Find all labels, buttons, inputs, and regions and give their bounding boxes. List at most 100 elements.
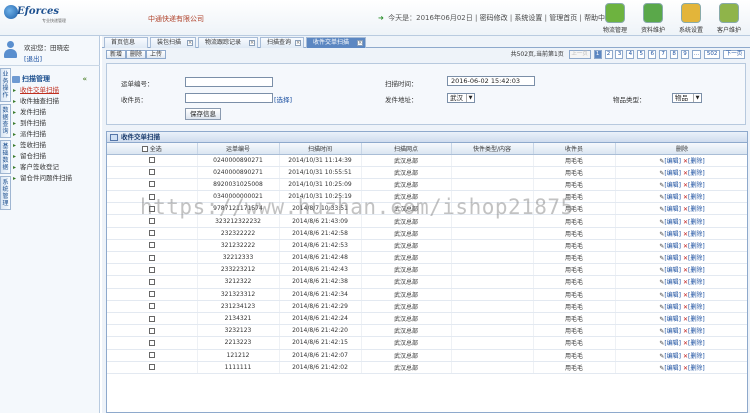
scan-time-input[interactable]: 2016-06-02 15:42:03 (447, 76, 535, 86)
page-button-4[interactable]: 4 (626, 50, 635, 59)
tab-package-scan[interactable]: 装包扫描 × (150, 37, 196, 48)
row-select-cell[interactable] (107, 349, 198, 362)
edit-link[interactable]: [编辑] (664, 206, 681, 213)
page-button-2[interactable]: 2 (604, 50, 613, 59)
delete-link[interactable]: [删除] (688, 231, 705, 238)
menu-item-deliver-scan[interactable]: 派件扫描 (12, 129, 99, 140)
tab-tracking[interactable]: 物流跟踪记录 × (198, 37, 258, 48)
menu-item-customer-sign[interactable]: 客户签收登记 (12, 162, 99, 173)
edit-link[interactable]: [编辑] (664, 243, 681, 250)
delete-link[interactable]: [删除] (688, 206, 705, 213)
table-row[interactable]: 0340000000021 2014/10/31 10:25:19 武汉总部 用毛毛 ✎… (107, 190, 747, 204)
row-select-cell[interactable] (107, 263, 198, 277)
row-select-cell[interactable] (107, 214, 198, 228)
row-select-cell[interactable] (107, 312, 198, 326)
table-row[interactable]: 323212322232 2014/8/6 21:43:09 武汉总部 用毛毛 ✎[编辑… (107, 214, 747, 228)
row-select-cell[interactable] (107, 361, 198, 374)
row-checkbox[interactable] (148, 181, 155, 188)
row-checkbox[interactable] (148, 266, 155, 273)
close-icon[interactable]: × (295, 40, 301, 46)
edit-link[interactable]: [编辑] (664, 194, 681, 201)
table-row[interactable]: 233223212 2014/8/6 21:42:43 武汉总部 用毛毛 ✎[编辑] ✕… (107, 263, 747, 277)
logout-link[interactable]: [退出] (24, 53, 42, 63)
link-system-settings[interactable]: 系统设置 (514, 14, 542, 22)
prev-page-button[interactable]: 上一页 (568, 50, 591, 59)
row-select-cell[interactable] (107, 178, 198, 192)
tab-home[interactable]: 首页信息 (104, 37, 148, 48)
edit-link[interactable]: [编辑] (664, 182, 681, 189)
select-courier-link[interactable]: [选择] (274, 94, 292, 104)
row-checkbox[interactable] (148, 291, 155, 298)
table-row[interactable]: 321232222 2014/8/6 21:42:53 武汉总部 用毛毛 ✎[编辑] ✕… (107, 239, 747, 253)
table-row[interactable]: 231234123 2014/8/6 21:42:29 武汉总部 用毛毛 ✎[编辑] ✕… (107, 300, 747, 313)
delete-link[interactable]: [删除] (688, 267, 705, 274)
delete-link[interactable]: [删除] (688, 279, 705, 286)
page-button-7[interactable]: 7 (659, 50, 668, 59)
edit-link[interactable]: [编辑] (664, 353, 681, 360)
delete-link[interactable]: [删除] (688, 365, 705, 372)
delete-link[interactable]: [删除] (688, 243, 705, 250)
row-select-cell[interactable] (107, 154, 198, 167)
collapse-icon[interactable]: « (82, 74, 87, 85)
delete-link[interactable]: [删除] (688, 219, 705, 226)
row-select-cell[interactable] (107, 202, 198, 216)
edit-link[interactable]: [编辑] (664, 304, 681, 311)
delete-link[interactable]: [删除] (688, 304, 705, 311)
menu-item-problem-scan[interactable]: 留仓件问题件扫描 (12, 173, 99, 184)
link-change-password[interactable]: 密码修改 (480, 14, 508, 22)
edit-link[interactable]: [编辑] (664, 158, 681, 165)
table-row[interactable]: 3232123 2014/8/6 21:42:20 武汉总部 用毛毛 ✎[编辑] ✕[删… (107, 324, 747, 338)
row-checkbox[interactable] (148, 218, 155, 225)
page-button-9[interactable]: 9 (680, 50, 689, 59)
courier-input[interactable] (185, 93, 273, 103)
waybill-input[interactable] (185, 77, 273, 87)
delete-link[interactable]: [删除] (688, 182, 705, 189)
table-row[interactable]: 232322222 2014/8/6 21:42:58 武汉总部 用毛毛 ✎[编辑] ✕… (107, 227, 747, 240)
delete-link[interactable]: [删除] (688, 340, 705, 347)
page-button-1[interactable]: 1 (593, 50, 602, 59)
topnav-logistics[interactable]: 物流管理 (596, 1, 634, 36)
row-select-cell[interactable] (107, 190, 198, 204)
menu-group-scan[interactable]: 扫描管理 « (12, 74, 99, 85)
row-select-cell[interactable] (107, 288, 198, 301)
delete-link[interactable]: [删除] (688, 353, 705, 360)
edit-link[interactable]: [编辑] (664, 365, 681, 372)
menu-item-hold-scan[interactable]: 留仓扫描 (12, 151, 99, 162)
delete-link[interactable]: [删除] (688, 328, 705, 335)
row-select-cell[interactable] (107, 227, 198, 240)
menu-item-arrive-scan[interactable]: 到件扫描 (12, 118, 99, 129)
topnav-data-maintenance[interactable]: 资料维护 (634, 1, 672, 36)
destination-select[interactable]: 武汉 ▼ (447, 93, 475, 103)
table-row[interactable]: 32212333 2014/8/6 21:42:48 武汉总部 用毛毛 ✎[编辑] ✕[… (107, 251, 747, 265)
edit-link[interactable]: [编辑] (664, 316, 681, 323)
row-checkbox[interactable] (148, 364, 155, 371)
table-row[interactable]: 2134321 2014/8/6 21:42:24 武汉总部 用毛毛 ✎[编辑] ✕[删… (107, 312, 747, 326)
row-checkbox[interactable] (148, 230, 155, 237)
page-button-3[interactable]: 3 (615, 50, 624, 59)
tab-scan-query[interactable]: 扫描查询 × (260, 37, 304, 48)
add-button[interactable]: 新增 (106, 50, 127, 59)
vtab-system[interactable]: 系统管理 (0, 176, 11, 210)
next-page-button[interactable]: 下一页 (723, 50, 745, 59)
table-row[interactable]: 3212322 2014/8/6 21:42:38 武汉总部 用毛毛 ✎[编辑] ✕[删… (107, 275, 747, 289)
delete-link[interactable]: [删除] (688, 158, 705, 165)
row-checkbox[interactable] (148, 169, 155, 176)
menu-item-sign-scan[interactable]: 签收扫描 (12, 140, 99, 151)
vtab-query[interactable]: 数据查询 (0, 104, 11, 138)
topnav-system-settings[interactable]: 系统设置 (672, 1, 710, 36)
page-button-6[interactable]: 6 (648, 50, 657, 59)
delete-link[interactable]: [删除] (688, 255, 705, 262)
edit-link[interactable]: [编辑] (664, 267, 681, 274)
row-checkbox[interactable] (148, 303, 155, 310)
page-button-last[interactable]: 502 (704, 50, 721, 59)
delete-link[interactable]: [删除] (688, 194, 705, 201)
row-checkbox[interactable] (148, 352, 155, 359)
menu-item-pickup-scan[interactable]: 收件交单扫描 (12, 85, 99, 96)
edit-link[interactable]: [编辑] (664, 255, 681, 262)
row-select-cell[interactable] (107, 336, 198, 350)
table-row[interactable]: 8920031025008 2014/10/31 10:25:09 武汉总部 用毛毛 ✎… (107, 178, 747, 192)
import-button[interactable]: 上传 (146, 50, 167, 59)
close-icon[interactable]: × (249, 40, 255, 46)
edit-link[interactable]: [编辑] (664, 231, 681, 238)
row-checkbox[interactable] (148, 254, 155, 261)
